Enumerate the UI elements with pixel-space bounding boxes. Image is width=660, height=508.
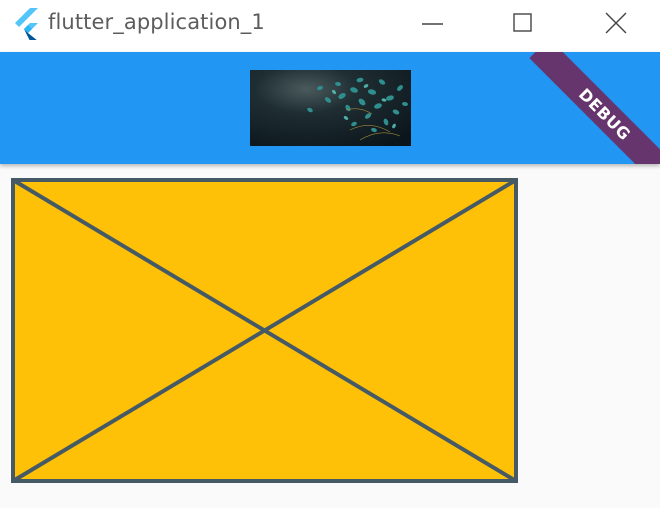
app-window: flutter_application_1 DEBUG <box>0 0 660 508</box>
title-bar[interactable]: flutter_application_1 <box>0 0 660 52</box>
close-button[interactable] <box>592 0 638 46</box>
debug-banner: DEBUG <box>529 52 660 164</box>
maximize-icon <box>513 13 532 32</box>
maximize-button[interactable] <box>500 0 546 46</box>
debug-label: DEBUG <box>575 84 635 144</box>
minimize-button[interactable] <box>410 0 456 46</box>
minimize-icon <box>422 23 443 25</box>
close-icon <box>605 12 627 34</box>
app-bar: DEBUG <box>0 52 660 164</box>
placeholder-box <box>11 178 518 483</box>
ginkgo-leaves-image <box>250 70 411 146</box>
flutter-logo-icon <box>15 8 38 40</box>
window-title: flutter_application_1 <box>48 10 265 34</box>
